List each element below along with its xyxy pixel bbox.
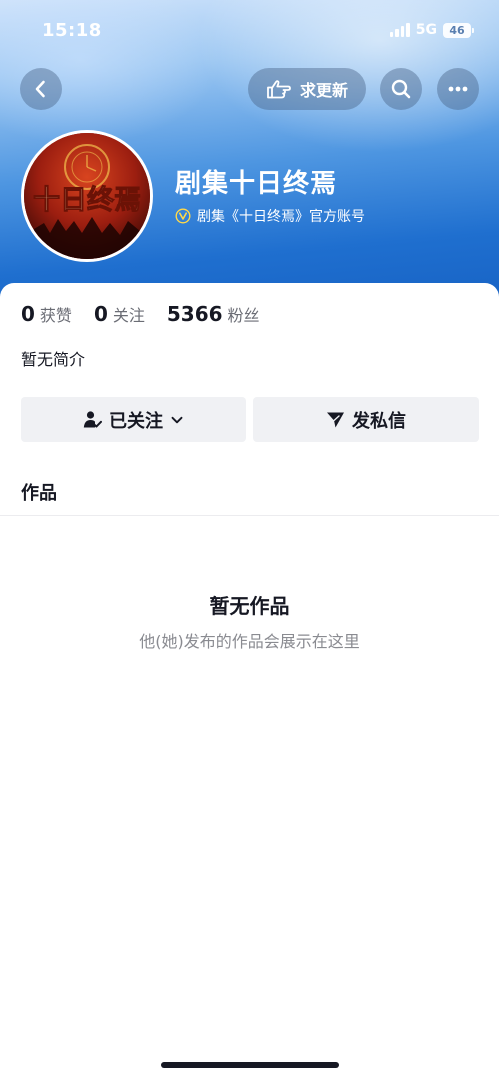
status-bar: 15:18 5G 46 [0,0,499,64]
follow-button-label: 已关注 [109,410,163,432]
avatar-poster-image: 十日终焉 [24,133,150,259]
message-button-label: 发私信 [352,410,406,432]
empty-state-title: 暂无作品 [209,594,290,618]
stat-followers[interactable]: 5366 粉丝 [167,302,260,326]
stats-row: 0 获赞 0 关注 5366 粉丝 [21,302,282,326]
stat-likes-label: 获赞 [39,306,72,325]
tab-works[interactable]: 作品 [21,479,57,505]
stat-followers-value: 5366 [166,302,223,326]
stat-followers-label: 粉丝 [227,306,260,325]
back-button[interactable] [20,68,62,110]
tab-divider [0,515,499,516]
send-icon [327,412,344,428]
stat-following[interactable]: 0 关注 [94,302,145,326]
chevron-left-icon [35,80,45,98]
request-update-button[interactable]: 求更新 [248,68,366,110]
avatar-title-text: 十日终焉 [33,184,141,216]
battery-icon: 46 [443,22,474,38]
chevron-down-icon [171,416,183,423]
search-icon [391,79,411,99]
battery-level: 46 [449,23,465,37]
profile-card: 0 获赞 0 关注 5366 粉丝 暂无简介 已关注 发私信 作品 暂无作品 他… [0,283,499,1080]
network-type: 5G [415,22,437,38]
verification-line: 剧集《十日终焉》官方账号 [175,206,365,226]
avatar[interactable]: 十日终焉 [21,130,153,262]
home-indicator[interactable] [161,1062,339,1068]
status-indicators: 5G 46 [389,22,474,38]
message-button[interactable]: 发私信 [253,397,479,442]
more-button[interactable] [437,68,479,110]
user-check-icon [83,411,102,428]
stat-following-value: 0 [93,302,108,326]
stat-likes: 0 获赞 [21,302,72,326]
profile-name: 剧集十日终焉 [175,169,338,199]
signal-icon [389,23,410,37]
more-dots-icon [448,86,468,92]
follow-button[interactable]: 已关注 [21,397,246,442]
status-time: 15:18 [42,20,102,41]
pointing-hand-icon [267,80,291,99]
request-update-label: 求更新 [299,81,348,100]
bio-text: 暂无简介 [21,350,86,369]
empty-state-subtitle: 他(她)发布的作品会展示在这里 [139,632,360,651]
search-button[interactable] [380,68,422,110]
stat-following-label: 关注 [112,306,145,325]
stat-likes-value: 0 [21,302,35,326]
verification-text: 剧集《十日终焉》官方账号 [197,209,365,225]
top-nav: 求更新 [0,68,499,110]
verified-v-icon [175,208,191,224]
